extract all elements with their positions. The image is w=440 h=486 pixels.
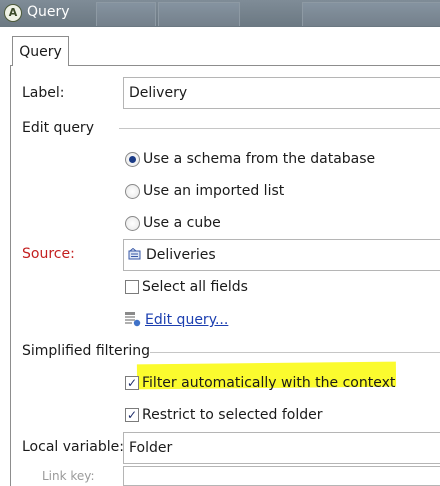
- group-separator: [119, 128, 440, 129]
- radio-imported-list[interactable]: [125, 184, 140, 199]
- link-key-caption: Link key:: [42, 469, 95, 483]
- background-tab-decoration: [96, 2, 156, 26]
- restrict-folder-checkbox[interactable]: ✓: [125, 408, 139, 422]
- background-tab-decoration: [158, 2, 240, 26]
- group-separator: [150, 352, 440, 353]
- radio-schema-database-label[interactable]: Use a schema from the database: [143, 151, 375, 167]
- background-tab-decoration: [302, 2, 440, 26]
- local-variable-input[interactable]: Folder: [123, 432, 440, 464]
- source-caption: Source:: [22, 246, 75, 262]
- source-value: Deliveries: [146, 247, 216, 263]
- app-logo-icon: A: [4, 4, 22, 22]
- label-input[interactable]: Delivery: [123, 77, 440, 109]
- edit-query-group-title: Edit query: [22, 120, 94, 136]
- label-caption: Label:: [22, 85, 65, 101]
- window-title: Query: [27, 4, 70, 20]
- restrict-folder-label[interactable]: Restrict to selected folder: [142, 407, 322, 423]
- window-titlebar: A Query: [0, 0, 440, 27]
- select-all-fields-label[interactable]: Select all fields: [142, 279, 248, 295]
- radio-cube[interactable]: [125, 216, 140, 231]
- filter-context-checkbox[interactable]: ✓: [125, 376, 139, 390]
- source-input[interactable]: Deliveries: [123, 239, 440, 271]
- radio-imported-list-label[interactable]: Use an imported list: [143, 183, 284, 199]
- radio-cube-label[interactable]: Use a cube: [143, 215, 221, 231]
- filter-context-label[interactable]: Filter automatically with the context: [142, 375, 395, 391]
- edit-query-link[interactable]: Edit query...: [145, 312, 228, 328]
- select-all-fields-checkbox[interactable]: [125, 280, 139, 294]
- edit-query-icon[interactable]: [124, 311, 141, 327]
- link-key-input[interactable]: [123, 466, 440, 486]
- local-variable-caption: Local variable:: [22, 439, 124, 455]
- tab-query[interactable]: Query: [12, 36, 69, 66]
- radio-schema-database[interactable]: [125, 152, 140, 167]
- simplified-filtering-group-title: Simplified filtering: [22, 343, 151, 359]
- schema-icon: [128, 248, 141, 260]
